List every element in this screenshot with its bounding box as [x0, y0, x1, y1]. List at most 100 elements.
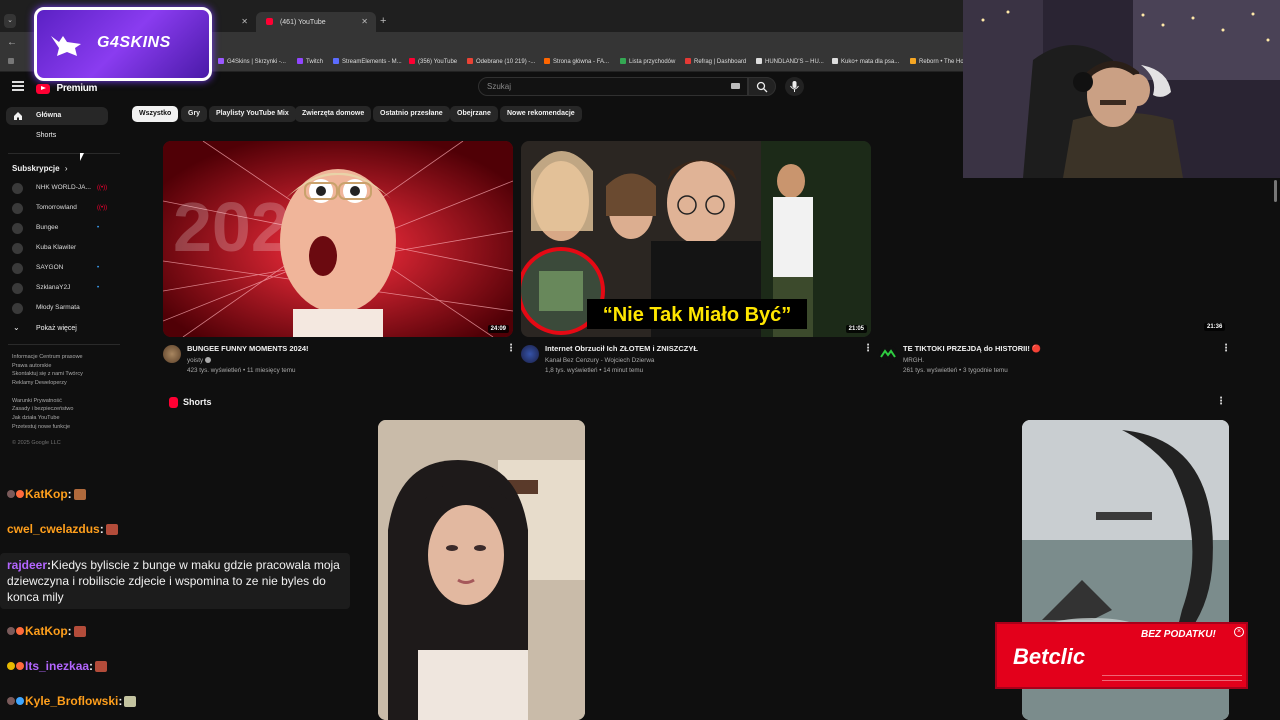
chat-emote-icon	[105, 524, 118, 535]
hamburger-menu-icon[interactable]	[12, 81, 24, 91]
sidebar-item-home[interactable]: Główna	[6, 107, 108, 125]
bookmark-item[interactable]: Twitch	[297, 58, 323, 65]
sidebar-item-subscription[interactable]: SAYGON	[36, 264, 63, 271]
footer-link[interactable]: Skontaktuj się z nami Twórcy	[12, 371, 83, 377]
close-tab-icon[interactable]: ✕	[361, 17, 368, 26]
bookmark-favicon-icon	[409, 58, 415, 64]
webcam-image	[963, 0, 1280, 178]
bookmark-favicon-icon	[685, 58, 691, 64]
chat-separator: :	[99, 522, 104, 536]
sidebar-item-subscription[interactable]: SzklanaY2J	[36, 284, 70, 291]
bookmark-label: Strona główna - FA...	[553, 59, 610, 65]
filter-chip[interactable]: Gry	[181, 106, 208, 122]
bookmark-item[interactable]: Odebrane (10 219) -...	[467, 58, 535, 65]
sidebar-item-subscription[interactable]: NHK WORLD-JA...	[36, 184, 91, 191]
filter-chip[interactable]: Ostatnio przesłane	[373, 106, 450, 122]
wolf-logo-icon	[51, 36, 81, 56]
chat-username[interactable]: rajdeer	[7, 558, 47, 572]
chat-separator: :	[118, 694, 123, 708]
subscription-avatar[interactable]	[12, 283, 23, 294]
channel-avatar[interactable]	[163, 345, 181, 363]
subscription-avatar[interactable]	[12, 183, 23, 194]
more-options-icon[interactable]: ⋮	[1216, 397, 1226, 407]
bookmark-item[interactable]: Reborn • The Ho	[910, 58, 964, 65]
bookmark-item[interactable]: (356) YouTube	[409, 58, 457, 65]
bookmark-item[interactable]: StreamElements - M...	[333, 58, 402, 65]
chat-username[interactable]: Kyle_Broflowski	[25, 694, 118, 708]
channel-avatar[interactable]	[521, 345, 539, 363]
subscription-avatar[interactable]	[12, 223, 23, 234]
chat-badge-icon	[7, 697, 15, 705]
thumbnail-image-laser-face: 2024	[163, 141, 513, 337]
close-tab-icon[interactable]: ✕	[241, 17, 248, 26]
channel-name[interactable]: MRGH.	[903, 357, 924, 364]
video-title[interactable]: BUNGEE FUNNY MOMENTS 2024!	[187, 344, 309, 353]
voice-search-button[interactable]	[785, 77, 804, 96]
video-thumbnail[interactable]: “Nie Tak Miało Być” 21:05	[521, 141, 871, 337]
youtube-premium-logo[interactable]: Premium	[36, 80, 97, 94]
video-title[interactable]: TE TIKTOKI PRZEJDĄ do HISTORII! 🔴	[903, 344, 1041, 353]
footer-link[interactable]: Warunki Prywatność	[12, 398, 62, 404]
back-arrow-icon[interactable]: ←	[7, 37, 17, 48]
footer-link[interactable]: Przetestuj nowe funkcje	[12, 424, 70, 430]
shorts-heading: Shorts	[183, 397, 212, 407]
bookmark-item[interactable]: Refrag | Dashboard	[685, 58, 746, 65]
channel-avatar[interactable]	[879, 345, 897, 363]
page-scrollbar[interactable]	[1274, 180, 1277, 202]
search-button[interactable]	[748, 77, 776, 96]
keyboard-icon[interactable]	[731, 83, 740, 89]
tab-search-button[interactable]: ⌄	[4, 14, 16, 28]
search-input[interactable]: Szukaj	[478, 77, 748, 96]
more-options-icon[interactable]: ⋮	[863, 344, 873, 354]
bookmark-label: Refrag | Dashboard	[694, 59, 747, 65]
video-thumbnail[interactable]: 2024 24:09	[163, 141, 513, 337]
more-options-icon[interactable]: ⋮	[506, 344, 516, 354]
short-thumbnail[interactable]	[378, 420, 585, 720]
filter-chip[interactable]: Playlisty YouTube Mix	[209, 106, 296, 122]
sidebar-item-subscription[interactable]: Młody Sarmata	[36, 304, 80, 311]
filter-chip[interactable]: Zwierzęta domowe	[295, 106, 372, 122]
subscription-avatar[interactable]	[12, 243, 23, 254]
channel-name[interactable]: yoisty	[187, 357, 211, 364]
ad-fine-print	[1102, 675, 1242, 681]
footer-link[interactable]: Informacje Centrum prasowe	[12, 354, 83, 360]
chat-username[interactable]: cwel_cwelazdus	[7, 522, 100, 536]
filter-chip[interactable]: Nowe rekomendacje	[500, 106, 582, 122]
bookmark-item[interactable]: Strona główna - FA...	[544, 58, 609, 65]
subscription-avatar[interactable]	[12, 303, 23, 314]
thumb-text: “Nie Tak Miało Być”	[603, 304, 792, 326]
sidebar-item-shorts[interactable]: Shorts	[6, 127, 108, 145]
bookmark-item[interactable]: HUNDLAND'S – HU...	[756, 58, 824, 65]
footer-link[interactable]: Jak działa YouTube	[12, 415, 60, 421]
footer-link[interactable]: Zasady i bezpieczeństwo	[12, 406, 73, 412]
short-image-woman	[378, 420, 585, 720]
bookmark-item[interactable]: G4Skins | Skrzynki -...	[218, 58, 286, 65]
subscription-avatar[interactable]	[12, 203, 23, 214]
chat-username[interactable]: KatKop	[25, 487, 68, 501]
subscriptions-heading[interactable]: Subskrypcje ›	[12, 164, 67, 173]
bookmark-label: Twitch	[306, 59, 324, 65]
sidebar-item-subscription[interactable]: Kuba Klawiter	[36, 244, 76, 251]
chat-username[interactable]: KatKop	[25, 624, 68, 638]
chat-badge-icon	[16, 490, 24, 498]
channel-name[interactable]: Kanał Bez Cenzury - Wojciech Dzierwa	[545, 357, 654, 364]
show-more-button[interactable]: ⌄ Pokaż więcej	[6, 320, 108, 338]
footer-link[interactable]: Prawa autorskie	[12, 363, 51, 369]
footer-link[interactable]: Reklamy Deweloperzy	[12, 380, 67, 386]
apps-grid-icon[interactable]	[8, 58, 17, 65]
sidebar-item-label: Główna	[36, 112, 62, 119]
live-indicator-icon: ((•))	[97, 205, 108, 211]
sidebar-item-subscription[interactable]: Bungee	[36, 224, 58, 231]
subscription-avatar[interactable]	[12, 263, 23, 274]
chat-username[interactable]: Its_inezkaa	[25, 659, 89, 673]
bookmark-item[interactable]: Lista przychodów	[620, 58, 675, 65]
sidebar-item-subscription[interactable]: Tomorrowland	[36, 204, 77, 211]
more-options-icon[interactable]: ⋮	[1221, 344, 1231, 354]
video-title[interactable]: Internet Obrzucił Ich ZŁOTEM i ZNISZCZYŁ	[545, 344, 698, 353]
filter-chip[interactable]: Wszystko	[132, 106, 179, 122]
bookmark-label: Lista przychodów	[629, 59, 676, 65]
filter-chip[interactable]: Obejrzane	[450, 106, 498, 122]
browser-tab-active[interactable]: (461) YouTube ✕	[256, 12, 376, 32]
bookmark-item[interactable]: Kuko+ mata dla psa...	[832, 58, 899, 65]
new-tab-button[interactable]: +	[380, 15, 386, 27]
